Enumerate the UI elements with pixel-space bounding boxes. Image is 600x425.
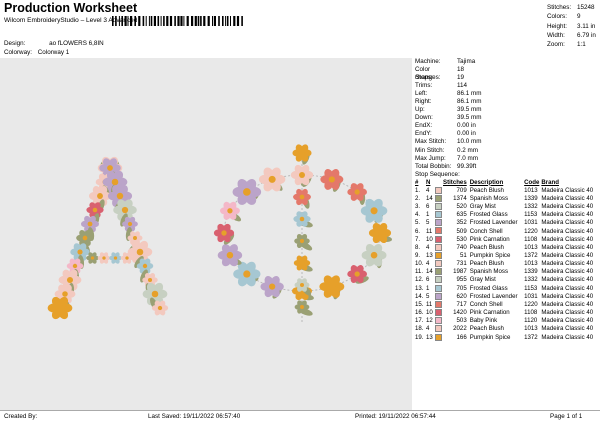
color-swatch — [435, 243, 442, 251]
color-swatch — [435, 309, 442, 317]
color-swatch — [435, 333, 442, 341]
stop-sequence-title: Stop Sequence: — [415, 170, 460, 178]
table-row: 2. 14 1374 Spanish Moss 1339 Madeira Classic … — [415, 194, 594, 202]
detail-row: EndY: 0.00 in — [415, 130, 476, 138]
detail-row: Up: 39.5 mm — [415, 106, 482, 114]
table-row: 16. 10 1420 Pink Carnation 1108 Madeira Class… — [415, 309, 594, 317]
footer-last-saved: Last Saved: 19/11/2022 06:57:40 — [148, 413, 241, 420]
embroidery-design-image — [47, 144, 392, 323]
table-row: 17. 12 503 Baby Pink 1120 Madeira Classic 40 — [415, 317, 594, 325]
color-swatch — [435, 284, 442, 292]
table-row: 14. 5 620 Frosted Lavender 1031 Madeira Class… — [415, 292, 594, 300]
colorway-label: Colorway: — [4, 49, 32, 56]
design-value: ao fLOWERS 6,8IN — [49, 40, 104, 47]
stat-stitches: Stitches: 15248 — [547, 4, 595, 11]
stat-width: Width: 6.79 in — [547, 31, 596, 39]
color-swatch — [435, 211, 442, 219]
detail-row: Stops: 19 — [415, 74, 465, 82]
stop-table-header: # N Stitches Description Code Brand — [415, 178, 559, 186]
stat-colors: Colors: 9 — [547, 13, 581, 21]
color-swatch — [435, 268, 442, 276]
footer: Created By: Last Saved: 19/11/2022 06:57… — [0, 410, 600, 425]
table-row: 11. 14 1987 Spanish Moss 1339 Madeira Classic… — [415, 268, 594, 276]
colorway-row: Colorway: Colorway 1 — [4, 49, 69, 56]
design-preview — [0, 58, 412, 410]
table-row: 19. 13 166 Pumpkin Spice 1372 Madeira Classic… — [415, 333, 594, 341]
color-swatch — [435, 300, 442, 308]
detail-row: Min Stitch: 0.2 mm — [415, 146, 478, 154]
footer-page: Page 1 of 1 — [550, 413, 583, 420]
detail-row: Total Bobbin: 99.39ft — [415, 162, 477, 170]
color-swatch — [435, 260, 442, 268]
color-swatch — [435, 227, 442, 235]
detail-row: Left: 86.1 mm — [415, 90, 482, 98]
stats-panel: Stitches: 15248 Colors: 9 Height: 3.11 in W… — [547, 3, 596, 49]
barcode — [112, 16, 243, 26]
detail-row: EndX: 0.00 in — [415, 122, 476, 130]
stop-sequence-table: # N Stitches Description Code Brand 1. 4 7… — [415, 179, 600, 342]
design-label: Design: — [4, 40, 26, 47]
color-swatch — [435, 251, 442, 259]
table-row: 3. 6 520 Gray Mist 1332 Madeira Classic 40 — [415, 203, 594, 211]
color-swatch — [435, 292, 442, 300]
details-panel: Machine: Tajima Color changes: 18 Stops: 19 Tr… — [415, 58, 600, 342]
color-swatch — [435, 186, 442, 194]
color-swatch — [435, 325, 442, 333]
colorway-value: Colorway 1 — [37, 49, 70, 56]
table-row: 15. 11 717 Conch Shell 1220 Madeira Classic 4… — [415, 300, 594, 308]
detail-row: Max Jump: 7.0 mm — [415, 154, 478, 162]
table-row: 18. 4 2022 Peach Blush 1013 Madeira Classic 4… — [415, 325, 594, 333]
table-row: 1. 4 709 Peach Blush 1013 Madeira Classic 40 — [415, 186, 594, 194]
table-row: 10. 4 731 Peach Blush 1013 Madeira Classic 40 — [415, 260, 594, 268]
color-swatch — [435, 235, 442, 243]
table-row: 12. 6 955 Gray Mist 1332 Madeira Classic 40 — [415, 276, 594, 284]
detail-row: Trims: 114 — [415, 82, 468, 90]
table-row: 9. 13 51 Pumpkin Spice 1372 Madeira Classic 4… — [415, 251, 594, 259]
design-row: Design: ao fLOWERS 6,8IN — [4, 40, 104, 47]
detail-row: Right: 86.1 mm — [415, 98, 482, 106]
table-row: 7. 10 530 Pink Carnation 1108 Madeira Classic… — [415, 235, 594, 243]
detail-row: Down: 39.5 mm — [415, 114, 482, 122]
detail-row: Color changes: 18 — [415, 66, 465, 82]
color-swatch — [435, 317, 442, 325]
table-row: 6. 11 509 Conch Shell 1220 Madeira Classic 40 — [415, 227, 594, 235]
stat-height: Height: 3.11 in — [547, 22, 596, 30]
table-row: 8. 4 740 Peach Blush 1013 Madeira Classic 40 — [415, 243, 594, 251]
color-swatch — [435, 219, 442, 227]
color-swatch — [435, 203, 442, 211]
detail-row: Machine: Tajima — [415, 58, 476, 65]
table-row: 5. 5 352 Frosted Lavender 1031 Madeira Classi… — [415, 219, 594, 227]
color-swatch — [435, 194, 442, 202]
stat-zoom: Zoom: 1:1 — [547, 41, 586, 49]
table-row: 4. 1 635 Frosted Glass 1153 Madeira Classic 4… — [415, 211, 594, 219]
footer-created-by: Created By: — [4, 413, 38, 420]
page-title: Production Worksheet — [4, 1, 138, 15]
table-row: 13. 1 705 Frosted Glass 1153 Madeira Classic … — [415, 284, 594, 292]
detail-row: Max Stitch: 10.0 mm — [415, 138, 482, 146]
color-swatch — [435, 276, 442, 284]
footer-printed: Printed: 19/11/2022 06:57:44 — [355, 413, 436, 420]
